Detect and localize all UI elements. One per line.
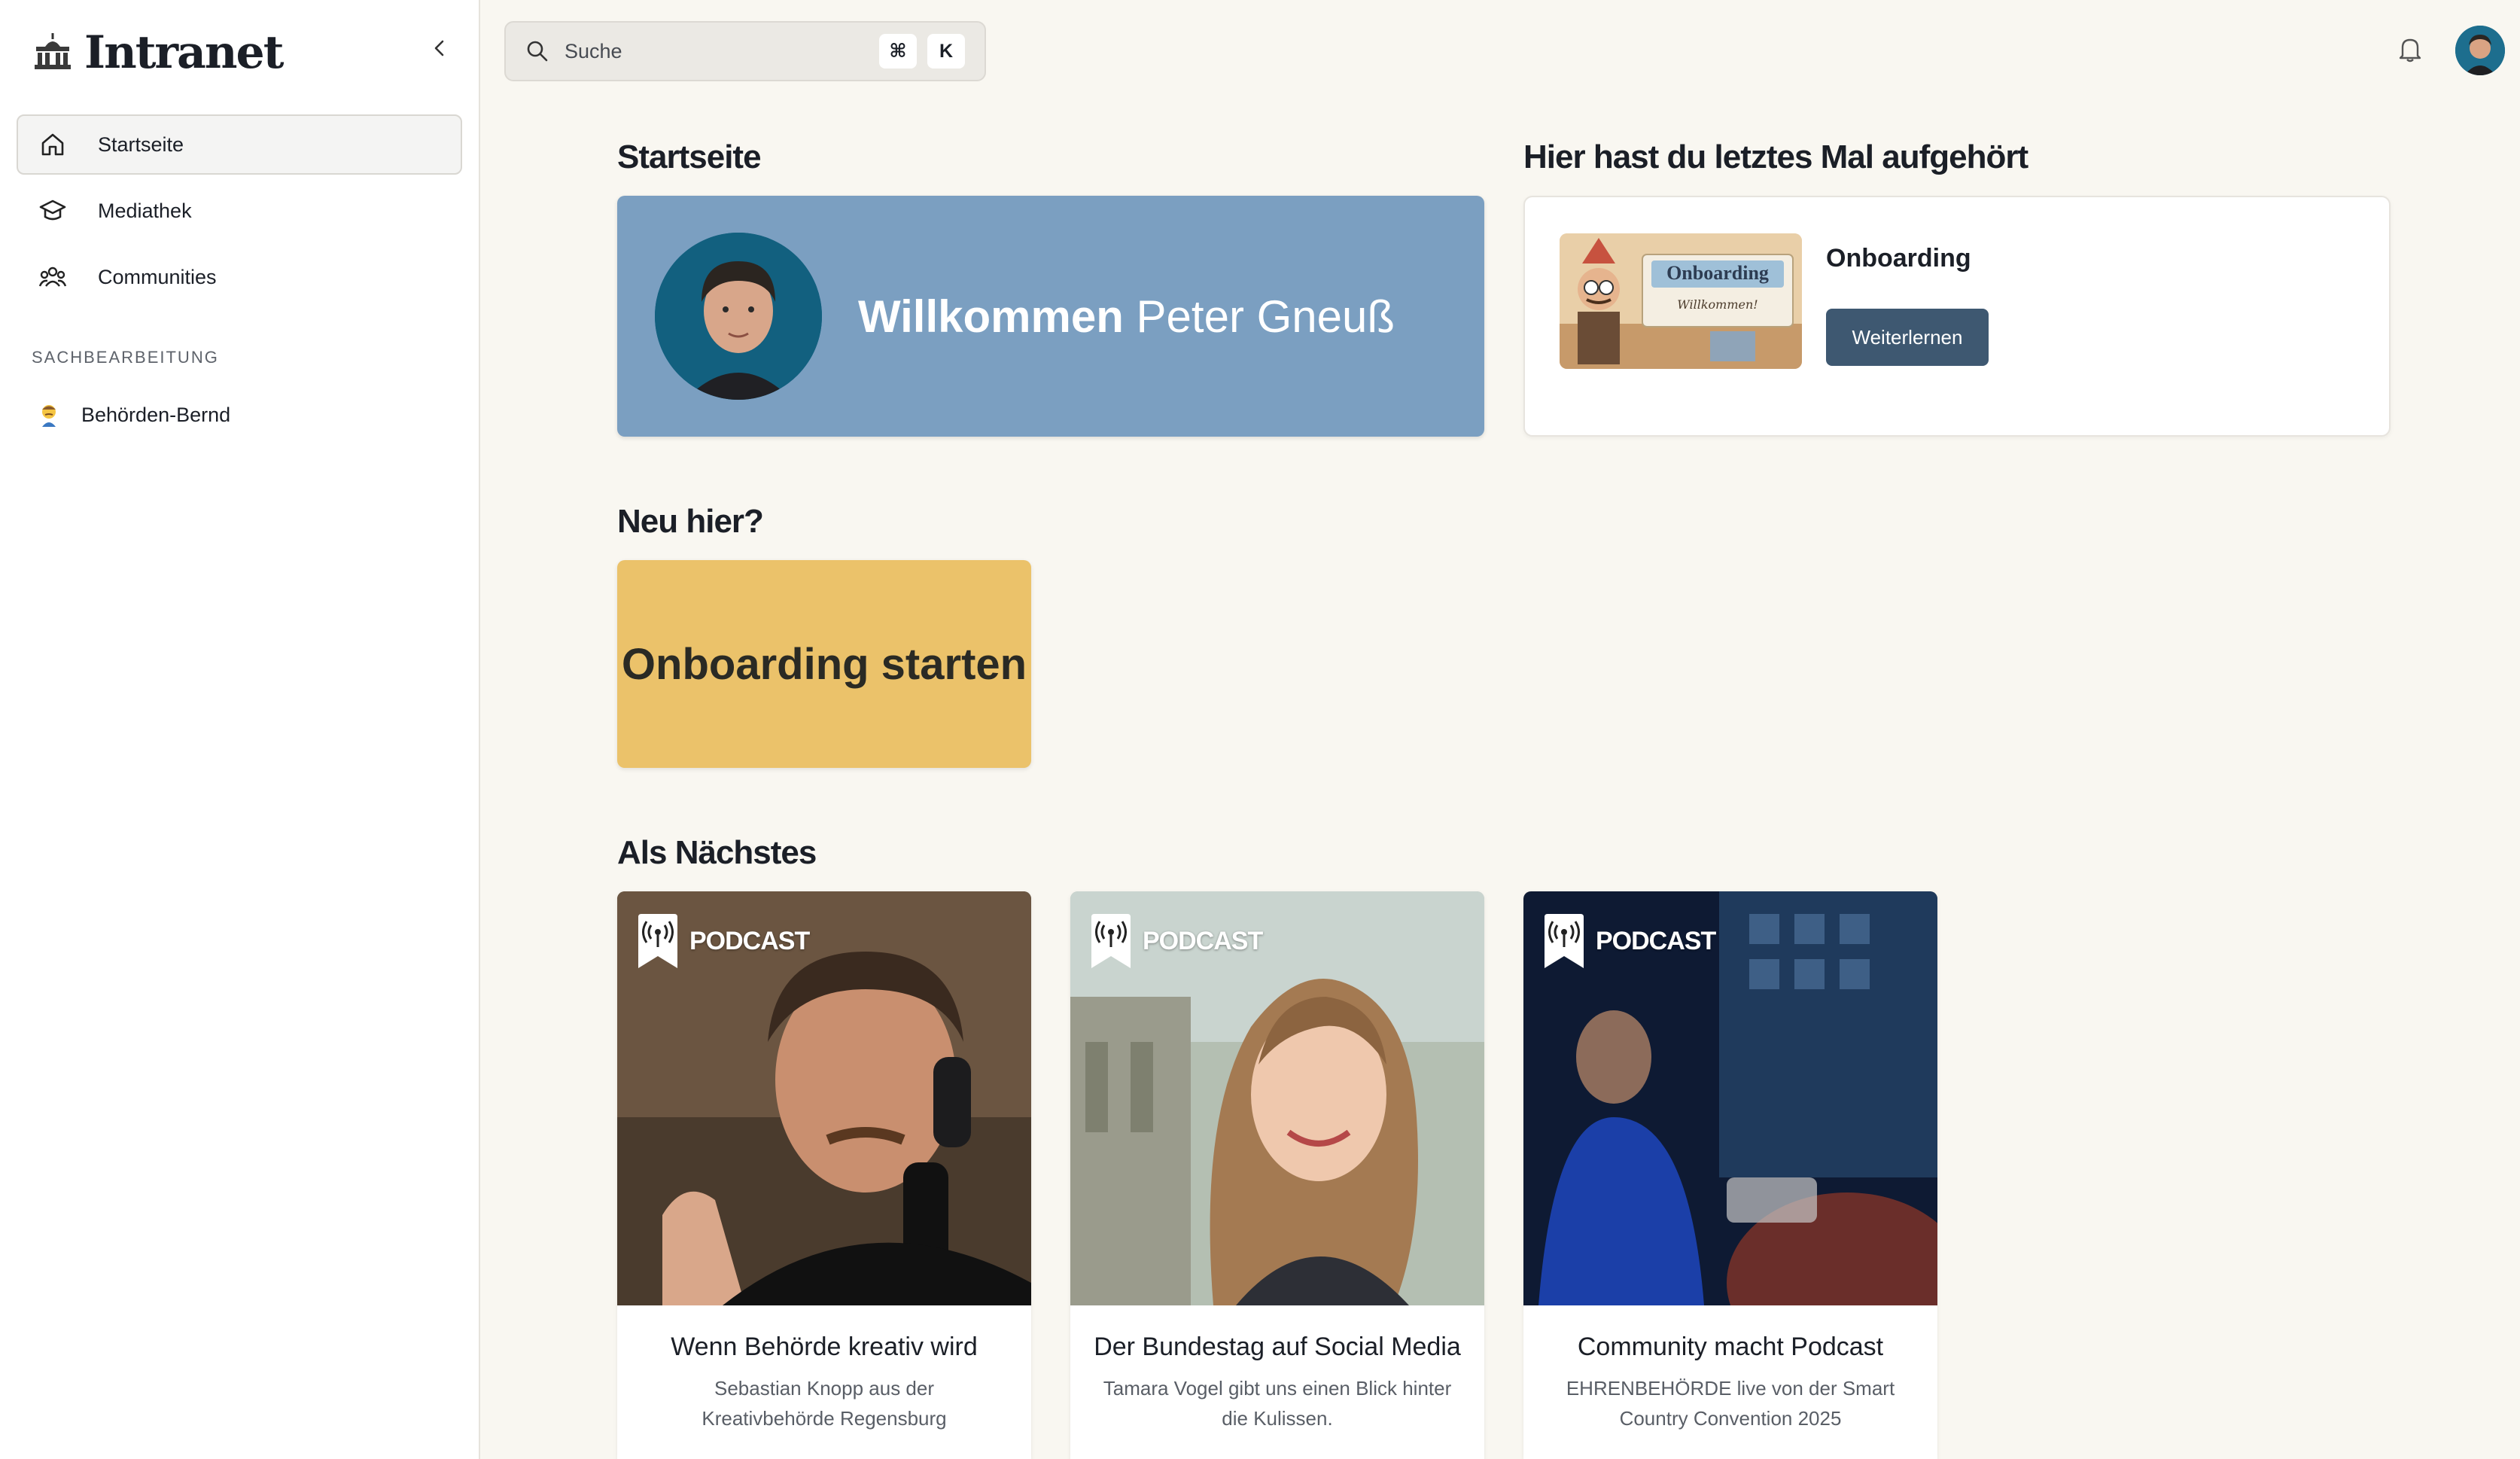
podcast-subtitle: Tamara Vogel gibt uns einen Blick hinter… xyxy=(1103,1377,1452,1430)
search-icon xyxy=(527,41,548,62)
podcast-card[interactable]: PODCAST Community macht Podcast EHRENBEH… xyxy=(1523,891,1937,1459)
podcast-badge: PODCAST xyxy=(1543,914,1716,968)
search-placeholder: Suche xyxy=(565,39,622,62)
podcast-title: Wenn Behörde kreativ wird xyxy=(671,1333,978,1361)
resume-heading: Hier hast du letztes Mal aufgehört xyxy=(1523,139,2028,175)
notifications-button[interactable] xyxy=(2394,33,2427,66)
sidebar-item-behoerden-bernd[interactable]: Behörden-Bernd xyxy=(17,388,462,441)
sidebar-item-mediathek[interactable]: Mediathek xyxy=(17,181,462,241)
sidebar-item-label: Startseite xyxy=(98,132,184,156)
welcome-greeting: Willkommen xyxy=(858,291,1124,342)
podcast-badge-label: PODCAST xyxy=(1143,926,1263,955)
podcast-badge-label: PODCAST xyxy=(1596,926,1716,955)
building-logo-icon xyxy=(32,30,74,76)
main-nav: Startseite Mediathek Communities xyxy=(17,114,462,313)
new-here-heading: Neu hier? xyxy=(617,503,764,540)
welcome-banner: Willkommen Peter Gneuß xyxy=(617,196,1484,437)
podcast-broadcast-icon xyxy=(1545,914,1584,968)
app: Intranet Startseite Mediathek Communitie… xyxy=(0,0,2520,1459)
welcome-avatar xyxy=(655,233,822,400)
podcast-card[interactable]: PODCAST Der Bundestag auf Social Media T… xyxy=(1070,891,1484,1459)
chevron-left-icon xyxy=(434,40,444,56)
podcast-title: Der Bundestag auf Social Media xyxy=(1094,1333,1461,1361)
thumbnail-caption: Willkommen! xyxy=(1677,297,1758,312)
user-avatar[interactable] xyxy=(2455,26,2505,75)
podcast-badge: PODCAST xyxy=(637,914,810,968)
bell-icon xyxy=(2399,38,2421,62)
graduation-cap-icon xyxy=(38,196,68,226)
start-onboarding-button[interactable]: Onboarding starten xyxy=(617,560,1031,768)
welcome-user-name: Peter Gneuß xyxy=(1136,291,1395,342)
shortcut-key-k: K xyxy=(927,34,965,69)
podcast-card[interactable]: PODCAST Wenn Behörde kreativ wird Sebast… xyxy=(617,891,1031,1459)
resume-title: Onboarding xyxy=(1826,244,1971,273)
sidebar-item-label: Behörden-Bernd xyxy=(81,403,231,426)
resume-card: Onboarding Willkommen! Onboarding Weiter… xyxy=(1523,196,2391,437)
thumbnail-title: Onboarding xyxy=(1666,262,1769,284)
brand-name: Intranet xyxy=(84,26,284,79)
sidebar-item-label: Mediathek xyxy=(98,199,192,222)
sidebar-item-communities[interactable]: Communities xyxy=(17,247,462,307)
search-input[interactable]: Suche ⌘ K xyxy=(504,21,986,81)
home-heading: Startseite xyxy=(617,139,762,175)
podcast-broadcast-icon xyxy=(1091,914,1131,968)
sidebar-item-startseite[interactable]: Startseite xyxy=(17,114,462,175)
onboarding-thumbnail[interactable]: Onboarding Willkommen! xyxy=(1560,233,1802,369)
home-icon xyxy=(38,129,68,160)
welcome-text: Willkommen Peter Gneuß xyxy=(858,291,1395,343)
podcast-subtitle: EHRENBEHÖRDE live von der Smart Country … xyxy=(1566,1377,1895,1430)
section-title: SACHBEARBEITUNG xyxy=(32,348,219,367)
podcast-broadcast-icon xyxy=(638,914,677,968)
users-icon xyxy=(38,262,68,292)
start-onboarding-label: Onboarding starten xyxy=(621,639,1027,689)
podcast-subtitle: Sebastian Knopp aus der Kreativbehörde R… xyxy=(702,1377,947,1430)
podcast-title: Community macht Podcast xyxy=(1577,1333,1884,1361)
brand[interactable]: Intranet xyxy=(32,26,284,79)
podcast-badge: PODCAST xyxy=(1090,914,1263,968)
shortcut-key-cmd: ⌘ xyxy=(879,34,917,69)
sidebar: Intranet Startseite Mediathek Communitie… xyxy=(0,0,480,1459)
person-emoji-icon xyxy=(36,402,62,428)
collapse-sidebar-button[interactable] xyxy=(422,30,458,66)
continue-learning-button[interactable]: Weiterlernen xyxy=(1826,309,1989,366)
podcast-badge-label: PODCAST xyxy=(689,926,810,955)
sidebar-item-label: Communities xyxy=(98,265,217,288)
up-next-heading: Als Nächstes xyxy=(617,834,817,871)
